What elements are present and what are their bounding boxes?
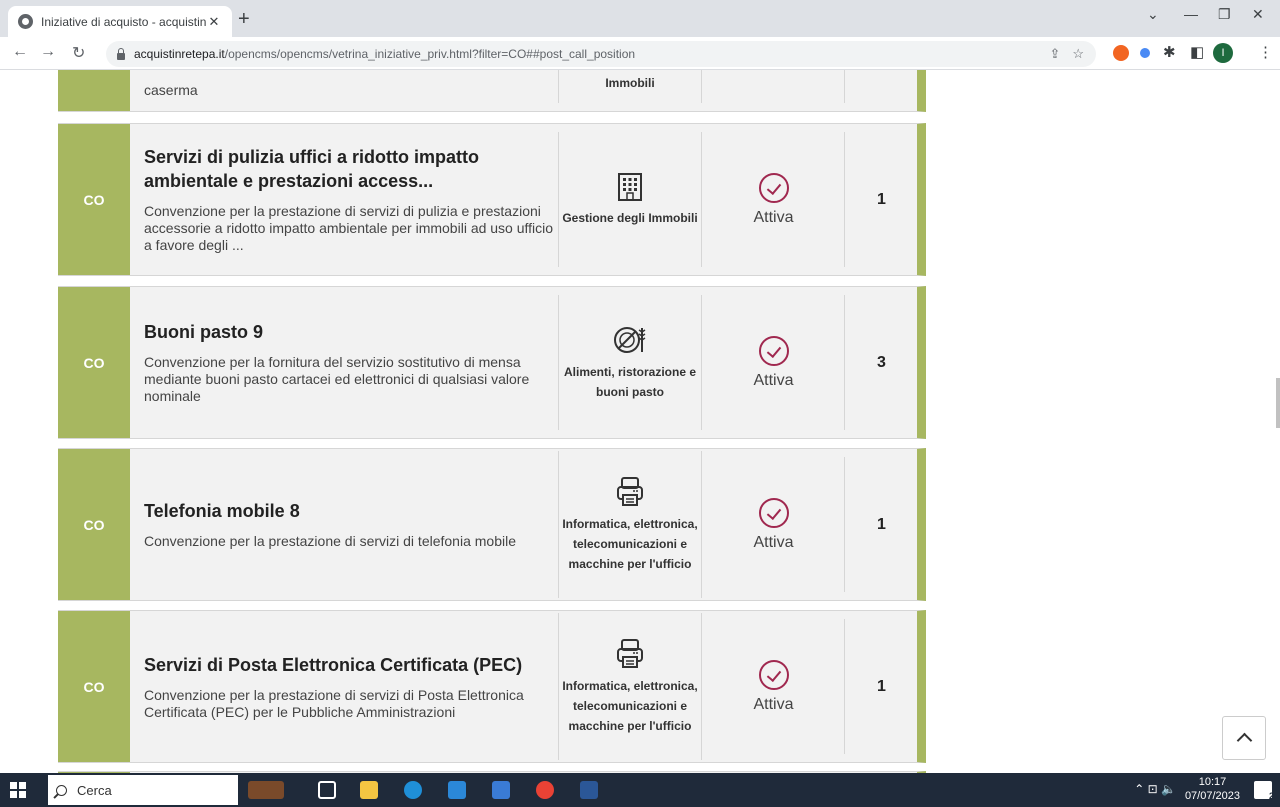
side-panel-icon[interactable]: ◧ — [1190, 43, 1204, 61]
taskbar-search-label: Cerca — [77, 782, 112, 798]
word-icon[interactable] — [580, 781, 598, 799]
windows-taskbar: Cerca ⌃ ⊡ 🔈 10:17 07/07/2023 2 — [0, 773, 1280, 807]
initiative-card-partial[interactable]: caserma Immobili — [58, 70, 926, 112]
bookmark-star-icon[interactable]: ☆ — [1072, 46, 1084, 62]
profile-avatar[interactable]: I — [1213, 43, 1233, 63]
forward-arrow-icon[interactable]: → — [40, 43, 56, 61]
tab-close-button[interactable]: ✕ — [206, 14, 222, 30]
scrollbar-thumb[interactable] — [1276, 378, 1280, 428]
card-description: Convenzione per la prestazione di serviz… — [144, 686, 524, 720]
building-icon — [618, 172, 642, 201]
card-count: 3 — [877, 353, 886, 371]
card-title[interactable]: Buoni pasto 9 — [144, 320, 556, 344]
close-window-icon[interactable]: ✕ — [1252, 6, 1264, 23]
initiative-card[interactable]: CO Telefonia mobile 8 Convenzione per la… — [58, 448, 926, 601]
card-count: 1 — [877, 190, 886, 208]
card-code: CO — [58, 611, 130, 762]
notification-icon[interactable]: 2 — [1254, 781, 1274, 801]
taskbar-search[interactable]: Cerca — [48, 775, 238, 805]
store-icon[interactable] — [492, 781, 510, 799]
new-tab-button[interactable]: + — [238, 9, 250, 29]
mail-icon[interactable] — [448, 781, 466, 799]
card-description: Convenzione per la fornitura del servizi… — [144, 354, 530, 404]
card-category: Alimenti, ristorazione e buoni pasto — [563, 364, 697, 399]
card-category: Informatica, elettronica, telecomunicazi… — [562, 516, 698, 571]
card-category: Informatica, elettronica, telecomunicazi… — [562, 678, 698, 733]
edge-browser-icon[interactable] — [404, 781, 422, 799]
extension-dot-icon[interactable] — [1140, 48, 1150, 58]
scroll-to-top-button[interactable] — [1222, 716, 1266, 760]
initiative-card[interactable]: CO Servizi di Posta Elettronica Certific… — [58, 610, 926, 763]
card-description: Convenzione per la prestazione di serviz… — [144, 203, 554, 253]
search-icon — [56, 784, 67, 796]
file-explorer-icon[interactable] — [360, 781, 378, 799]
card-title[interactable]: Telefonia mobile 8 — [144, 499, 556, 523]
check-circle-icon — [758, 335, 789, 366]
card-status: Attiva — [753, 695, 794, 713]
card-code: CO — [58, 287, 130, 438]
tab-title: Iniziative di acquisto - acquistinre — [41, 14, 206, 29]
address-bar[interactable]: acquistinretepa.it/opencms/opencms/vetri… — [106, 41, 1096, 67]
globe-icon — [18, 14, 33, 29]
tab-search-icon[interactable]: ⌄ — [1147, 6, 1159, 23]
browser-tab-bar: Iniziative di acquisto - acquistinre ✕ +… — [0, 0, 1280, 37]
check-circle-icon — [758, 659, 789, 690]
restore-icon[interactable]: ❐ — [1218, 6, 1231, 23]
page-content: caserma Immobili CO Servizi di pulizia u… — [0, 70, 1280, 773]
printer-icon — [617, 476, 643, 506]
chrome-icon[interactable] — [536, 781, 554, 799]
card-count: 1 — [877, 515, 886, 533]
card-title[interactable]: Servizi di pulizia uffici a ridotto impa… — [144, 145, 556, 193]
windows-start-icon[interactable] — [10, 782, 26, 798]
card-category: Gestione degli Immobili — [562, 210, 698, 225]
taskbar-weather-icon[interactable] — [248, 781, 284, 799]
initiative-card[interactable]: CO Buoni pasto 9 Convenzione per la forn… — [58, 286, 926, 439]
initiative-card[interactable]: CO Servizi di pulizia uffici a ridotto i… — [58, 123, 926, 276]
back-arrow-icon[interactable]: ← — [12, 43, 28, 61]
extension-duckduckgo-icon[interactable] — [1113, 45, 1129, 61]
food-icon — [614, 326, 646, 353]
clock-time: 10:17 — [1198, 776, 1227, 788]
card-title[interactable]: Servizi di Posta Elettronica Certificata… — [144, 653, 556, 677]
browser-tab[interactable]: Iniziative di acquisto - acquistinre ✕ — [8, 6, 232, 37]
clock[interactable]: 10:17 07/07/2023 — [1185, 775, 1240, 803]
extensions-puzzle-icon[interactable]: ✱ — [1163, 43, 1176, 61]
card-status: Attiva — [753, 208, 794, 226]
menu-kebab-icon[interactable]: ⋮ — [1258, 43, 1273, 61]
check-circle-icon — [758, 497, 789, 528]
lock-icon — [116, 48, 126, 60]
card-count: 1 — [877, 677, 886, 695]
card-category: Immobili — [605, 76, 655, 90]
minimize-icon[interactable]: — — [1184, 6, 1198, 22]
card-status: Attiva — [753, 371, 794, 389]
share-icon[interactable]: ⇪ — [1049, 46, 1060, 62]
card-code-strip — [58, 70, 130, 111]
card-code: CO — [58, 124, 130, 275]
clock-date: 07/07/2023 — [1184, 790, 1240, 802]
browser-toolbar: ← → ↻ acquistinretepa.it/opencms/opencms… — [0, 37, 1280, 70]
card-description: caserma — [144, 82, 198, 98]
printer-icon — [617, 638, 643, 668]
check-circle-icon — [758, 172, 789, 203]
system-tray-icons[interactable]: ⌃ ⊡ 🔈 — [1134, 782, 1176, 796]
card-code: CO — [58, 449, 130, 600]
task-view-icon[interactable] — [318, 781, 336, 799]
card-description: Convenzione per la prestazione di serviz… — [144, 533, 516, 549]
url-text: acquistinretepa.it/opencms/opencms/vetri… — [134, 47, 636, 61]
reload-icon[interactable]: ↻ — [72, 43, 85, 63]
card-status: Attiva — [753, 533, 794, 551]
